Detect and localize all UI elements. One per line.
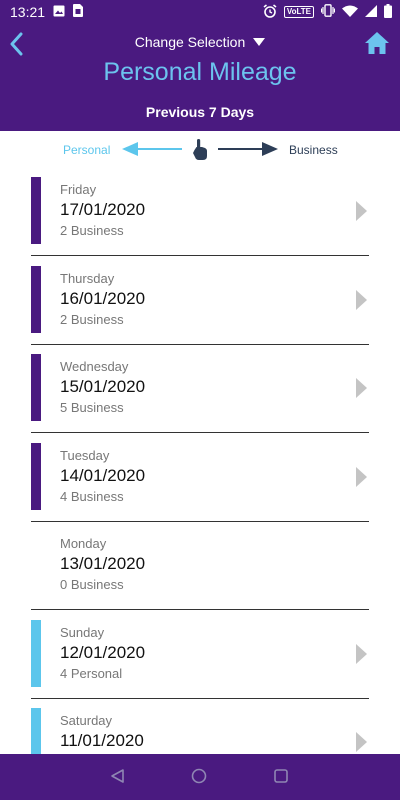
day-name: Tuesday: [60, 448, 110, 463]
day-row-thursday[interactable]: Thursday 16/01/2020 2 Business: [31, 256, 369, 345]
chevron-right-icon: [356, 201, 367, 221]
legend-personal-label: Personal: [63, 143, 111, 157]
swipe-arrows-graphic: [122, 139, 278, 160]
volte-icon: VoLTE: [283, 6, 314, 18]
day-name: Monday: [60, 536, 107, 551]
chevron-right-icon: [356, 378, 367, 398]
day-date: 17/01/2020: [60, 200, 146, 219]
swipe-legend: Personal Business: [0, 131, 400, 167]
day-date: 13/01/2020: [60, 554, 146, 573]
business-indicator-bar: [31, 266, 41, 333]
day-date: 16/01/2020: [60, 289, 146, 308]
square-recents-icon: [274, 769, 288, 783]
page-title: Personal Mileage: [103, 58, 297, 86]
day-name: Sunday: [60, 625, 105, 640]
nav-home-button[interactable]: [191, 768, 207, 789]
arrow-right-icon: [218, 142, 278, 156]
day-row-monday: Monday 13/01/2020 0 Business: [31, 521, 369, 610]
day-row-wednesday[interactable]: Wednesday 15/01/2020 5 Business: [31, 344, 369, 433]
app-header: Change Selection Personal Mileage Previo…: [0, 24, 400, 131]
day-date: 12/01/2020: [60, 643, 146, 662]
circle-home-icon: [191, 768, 207, 784]
chevron-right-icon: [356, 732, 367, 752]
day-name: Friday: [60, 182, 97, 197]
business-indicator-bar: [31, 443, 41, 510]
day-row-tuesday[interactable]: Tuesday 14/01/2020 4 Business: [31, 433, 369, 522]
day-row-saturday[interactable]: Saturday 11/01/2020: [31, 698, 369, 754]
change-selection-dropdown[interactable]: Change Selection: [0, 34, 400, 50]
caret-down-icon: [253, 38, 266, 46]
trip-count: 4 Business: [60, 489, 124, 504]
chevron-right-icon: [356, 644, 367, 664]
status-time: 13:21: [10, 4, 46, 20]
day-date: 14/01/2020: [60, 466, 146, 485]
signal-icon: [365, 4, 377, 20]
period-label: Previous 7 Days: [145, 104, 255, 120]
day-row-sunday[interactable]: Sunday 12/01/2020 4 Personal: [31, 610, 369, 699]
personal-indicator-bar: [31, 708, 41, 754]
legend-business-label: Business: [289, 143, 338, 157]
trip-count: 2 Business: [60, 312, 124, 327]
day-name: Wednesday: [60, 359, 129, 374]
image-icon: [53, 4, 65, 20]
business-indicator-bar: [31, 177, 41, 244]
personal-indicator-bar: [31, 620, 41, 687]
day-date: 11/01/2020: [60, 731, 144, 750]
wifi-icon: [342, 4, 358, 20]
day-row-friday[interactable]: Friday 17/01/2020 2 Business: [31, 167, 369, 256]
day-date: 15/01/2020: [60, 377, 146, 396]
chevron-right-icon: [356, 290, 367, 310]
trip-count: 0 Business: [60, 577, 124, 592]
vibrate-icon: [320, 4, 336, 20]
system-nav-bar: [0, 754, 400, 800]
nav-recents-button[interactable]: [273, 768, 289, 789]
day-name: Thursday: [60, 271, 115, 286]
trip-count: 2 Business: [60, 223, 124, 238]
hand-pointer-icon: [193, 139, 207, 160]
status-bar: 13:21 VoLTE: [0, 0, 400, 24]
triangle-back-icon: [111, 769, 124, 783]
change-selection-label: Change Selection: [134, 34, 246, 50]
sim-card-icon: [73, 4, 84, 20]
alarm-icon: [263, 3, 277, 21]
arrow-left-icon: [122, 142, 182, 156]
day-name: Saturday: [60, 713, 113, 728]
trip-count: 5 Business: [60, 400, 124, 415]
chevron-right-icon: [356, 467, 367, 487]
home-button[interactable]: [364, 30, 390, 56]
trip-count: 4 Personal: [60, 666, 123, 681]
business-indicator-bar: [31, 354, 41, 421]
home-icon: [365, 32, 389, 54]
nav-back-button[interactable]: [110, 768, 126, 789]
day-list: Friday 17/01/2020 2 Business Thursday 16…: [0, 167, 400, 754]
battery-icon: [384, 3, 392, 21]
